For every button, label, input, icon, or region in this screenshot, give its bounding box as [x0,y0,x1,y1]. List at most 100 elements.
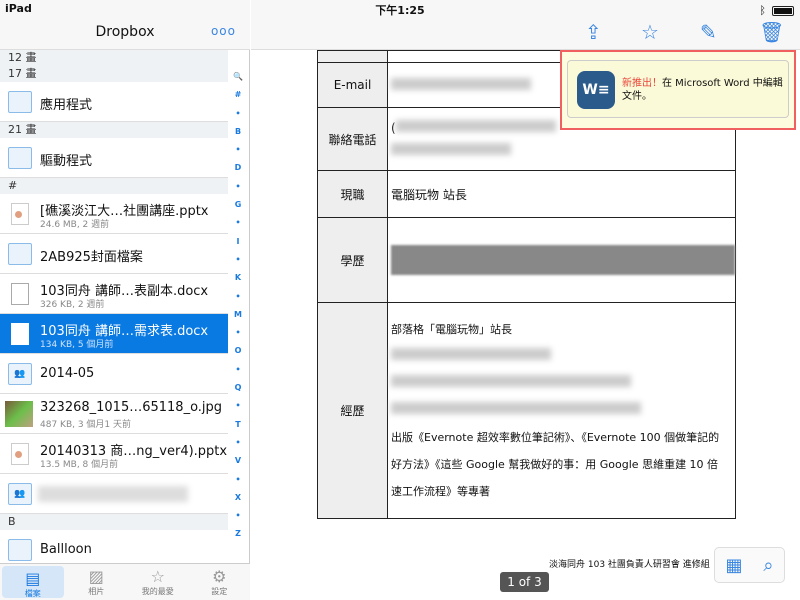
more-button[interactable]: ooo [211,24,236,38]
item-name: 應用程式 [40,98,93,113]
blurred-name [38,486,188,502]
list-item[interactable]: [礁溪淡江大…社團講座.pptx 24.6 MB, 2 週前 [0,194,228,234]
section-index[interactable]: 🔍 # • B • D • G • I • K • M • O • Q • T • V • X • Z [228,72,248,548]
tab-1[interactable]: ▨ 相片 [66,564,128,600]
experience-line: 速工作流程》等專著 [391,485,490,498]
item-meta: 487 KB, 3 個月1 天前 [40,420,132,430]
search-icon[interactable]: ⌕ [763,555,773,576]
table-row: 學歷 [317,217,736,303]
folder-icon [8,539,32,561]
section-header: 12 畫 [0,50,228,66]
list-item[interactable]: 👥 [0,474,228,514]
index-entry[interactable]: Z [228,529,248,547]
list-item[interactable]: 323268_1015…65118_o.jpg 487 KB, 3 個月1 天前 [0,394,228,434]
index-entry[interactable]: O [228,346,248,364]
index-entry[interactable]: • [228,292,248,310]
index-entry[interactable]: M [228,310,248,328]
experience-line: 部落格「電腦玩物」站長 [391,323,512,336]
grid-icon[interactable]: ▦ [725,555,742,576]
experience-line: 出版《Evernote 超效率數位筆記術》、《Evernote 100 個做筆記… [391,431,720,444]
tab-label: 我的最愛 [141,587,174,596]
row-label: 學歷 [317,217,388,303]
index-entry[interactable]: • [228,255,248,273]
photo-thumbnail [5,401,33,427]
star-icon[interactable]: ☆ [641,20,659,44]
section-header: B [0,514,228,530]
docx-file-icon [11,283,29,305]
tab-0[interactable]: ▤ 檔案 [2,566,64,598]
battery-icon [772,5,794,16]
index-entry[interactable]: Q [228,383,248,401]
item-name: Ballloon [40,542,92,557]
tab-label: 相片 [88,587,105,596]
list-item[interactable]: 103同舟 講師…需求表.docx 134 KB, 5 個月前 [0,314,228,354]
index-entry[interactable]: • [228,328,248,346]
section-header: 21 畫 [0,122,228,138]
index-entry[interactable]: • [228,182,248,200]
docx-file-icon [11,323,29,345]
share-icon[interactable]: ⇪ [585,20,602,44]
file-icon: ▤ [25,569,41,588]
item-name: 驅動程式 [40,154,93,169]
edit-icon[interactable]: ✎ [700,20,717,44]
sidebar: Dropbox ooo 12 畫 17 畫應用程式 21 畫驅動程式 # [礁溪淡江大…… [0,0,250,600]
index-entry[interactable]: G [228,200,248,218]
pptx-file-icon [11,203,29,225]
index-entry[interactable]: • [228,218,248,236]
index-entry[interactable]: T [228,420,248,438]
tab-3[interactable]: ⚙ 設定 [189,564,251,600]
new-label: 新推出！ [622,78,662,89]
index-entry[interactable]: • [228,401,248,419]
item-meta: 13.5 MB, 8 個月前 [40,460,119,470]
index-entry[interactable]: X [228,493,248,511]
item-name: 2AB925封面檔案 [40,250,143,265]
bluetooth-icon: ᛒ [759,4,766,17]
index-entry[interactable]: V [228,456,248,474]
row-label: 經歷 [317,302,388,519]
list-item[interactable]: 20140313 商…ng_ver4).pptx 13.5 MB, 8 個月前 [0,434,228,474]
table-row: 現職 電腦玩物 站長 [317,170,736,218]
row-label: 聯絡電話 [317,107,388,171]
index-entry[interactable]: D [228,163,248,181]
list-item[interactable]: 應用程式 [0,82,228,122]
tab-label: 檔案 [24,589,41,598]
row-value: 電腦玩物 站長 [387,170,736,218]
index-entry[interactable]: • [228,438,248,456]
item-meta: 24.6 MB, 2 週前 [40,220,110,230]
word-app-icon[interactable]: W≡ [577,71,615,109]
index-entry[interactable]: • [228,475,248,493]
document-viewer[interactable]: E-mail 聯絡電話( 現職 電腦玩物 站長 學歷 經歷 部落格「電腦玩物」站長… [251,50,800,600]
index-entry[interactable]: • [228,365,248,383]
gear-icon: ⚙ [212,567,227,586]
word-promo-popover[interactable]: W≡ 新推出！在 Microsoft Word 中編輯文件。 [560,50,796,130]
table-row: 經歷 部落格「電腦玩物」站長 出版《Evernote 超效率數位筆記術》、《Ev… [317,302,736,519]
index-entry[interactable]: 🔍 [228,72,248,90]
view-controls: ▦ ⌕ [714,547,785,583]
star-icon: ☆ [150,567,165,586]
trash-icon[interactable]: 🗑 [759,20,784,44]
item-meta: 134 KB, 5 個月前 [40,340,114,350]
index-entry[interactable]: • [228,145,248,163]
tab-2[interactable]: ☆ 我的最愛 [127,564,189,600]
shared-folder-icon: 👥 [8,483,32,505]
index-entry[interactable]: K [228,273,248,291]
index-entry[interactable]: B [228,127,248,145]
file-list: 12 畫 17 畫應用程式 21 畫驅動程式 # [礁溪淡江大…社團講座.pptx 24.… [0,50,228,570]
list-item[interactable]: 103同舟 講師…表副本.docx 326 KB, 2 週前 [0,274,228,314]
row-label: E-mail [317,62,388,108]
folder-icon [8,243,32,265]
index-entry[interactable]: # [228,90,248,108]
photo-icon: ▨ [88,567,104,586]
item-name: 2014-05 [40,366,95,381]
list-item[interactable]: 驅動程式 [0,138,228,178]
list-item[interactable]: 👥 2014-05 [0,354,228,394]
index-entry[interactable]: I [228,237,248,255]
list-item[interactable]: 2AB925封面檔案 [0,234,228,274]
status-bar: iPad 下午1:25 ᛒ [0,0,800,18]
index-entry[interactable]: • [228,511,248,529]
page-indicator: 1 of 3 [500,572,549,592]
folder-icon [8,147,32,169]
index-entry[interactable]: • [228,109,248,127]
pptx-file-icon [11,443,29,465]
tab-bar: ▤ 檔案 ▨ 相片 ☆ 我的最愛 ⚙ 設定 [0,563,250,600]
